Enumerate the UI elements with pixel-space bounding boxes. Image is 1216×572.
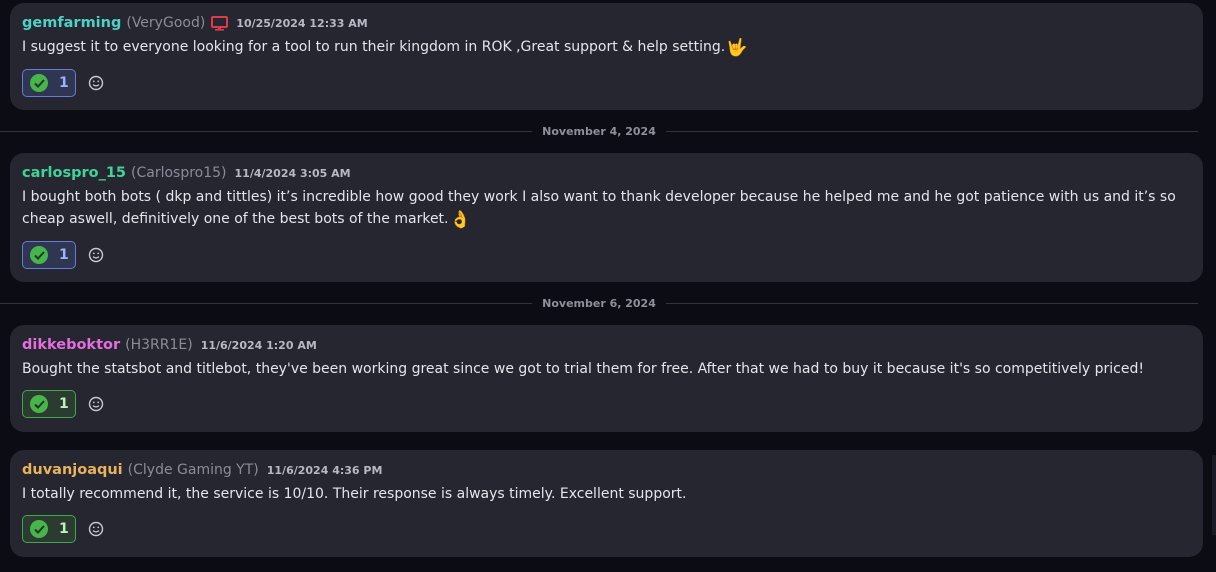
reaction-count: 1 xyxy=(59,521,69,537)
message-text: Bought the statsbot and titlebot, they'v… xyxy=(22,361,1144,377)
smiley-add-reaction-icon[interactable] xyxy=(88,75,104,91)
ok-hand-emoji: 👌 xyxy=(449,210,471,230)
reaction-count: 1 xyxy=(59,396,69,412)
message-text: I suggest it to everyone looking for a t… xyxy=(22,38,748,58)
green-check-icon xyxy=(30,395,48,413)
message-timestamp: 11/6/2024 4:36 PM xyxy=(266,463,383,477)
username[interactable]: dikkeboktor xyxy=(22,337,120,353)
reaction-count: 1 xyxy=(59,247,69,263)
user-alias: (Clyde Gaming YT) xyxy=(127,462,259,478)
date-divider-label: November 6, 2024 xyxy=(542,296,656,310)
reaction-count: 1 xyxy=(59,75,69,91)
smiley-add-reaction-icon[interactable] xyxy=(88,521,104,537)
message-timestamp: 11/6/2024 1:20 AM xyxy=(200,338,317,352)
message-text: I bought both bots ( dkp and tittles) it… xyxy=(22,189,1176,230)
message-card: duvanjoaqui (Clyde Gaming YT) 11/6/2024 … xyxy=(10,450,1203,557)
review-feed: gemfarming (VeryGood) 10/25/2024 12:33 A… xyxy=(0,0,1216,572)
reaction-button[interactable]: 1 xyxy=(22,241,76,269)
date-divider: November 6, 2024 xyxy=(0,296,1199,310)
message-timestamp: 10/25/2024 12:33 AM xyxy=(236,16,368,30)
sign-of-the-horns-emoji: 🤟 xyxy=(726,38,748,58)
user-alias: (Carlospro15) xyxy=(131,165,227,181)
monitor-icon xyxy=(211,15,229,31)
message-text: I totally recommend it, the service is 1… xyxy=(22,486,687,502)
message-card: carlospro_15 (Carlospro15) 11/4/2024 3:0… xyxy=(10,153,1203,282)
username[interactable]: gemfarming xyxy=(22,15,121,31)
user-alias: (H3RR1E) xyxy=(125,337,193,353)
reaction-button[interactable]: 1 xyxy=(22,390,76,418)
message-card: dikkeboktor (H3RR1E) 11/6/2024 1:20 AM B… xyxy=(10,325,1203,432)
green-check-icon xyxy=(30,74,48,92)
date-divider-label: November 4, 2024 xyxy=(542,124,656,138)
green-check-icon xyxy=(30,246,48,264)
message-timestamp: 11/4/2024 3:05 AM xyxy=(234,166,351,180)
date-divider: November 4, 2024 xyxy=(0,124,1199,138)
reaction-button[interactable]: 1 xyxy=(22,69,76,97)
username[interactable]: duvanjoaqui xyxy=(22,462,123,478)
message-card: gemfarming (VeryGood) 10/25/2024 12:33 A… xyxy=(10,3,1203,110)
smiley-add-reaction-icon[interactable] xyxy=(88,247,104,263)
scrollbar-edge xyxy=(1212,455,1216,535)
reaction-button[interactable]: 1 xyxy=(22,515,76,543)
green-check-icon xyxy=(30,520,48,538)
user-alias: (VeryGood) xyxy=(126,15,206,31)
smiley-add-reaction-icon[interactable] xyxy=(88,396,104,412)
username[interactable]: carlospro_15 xyxy=(22,165,126,181)
